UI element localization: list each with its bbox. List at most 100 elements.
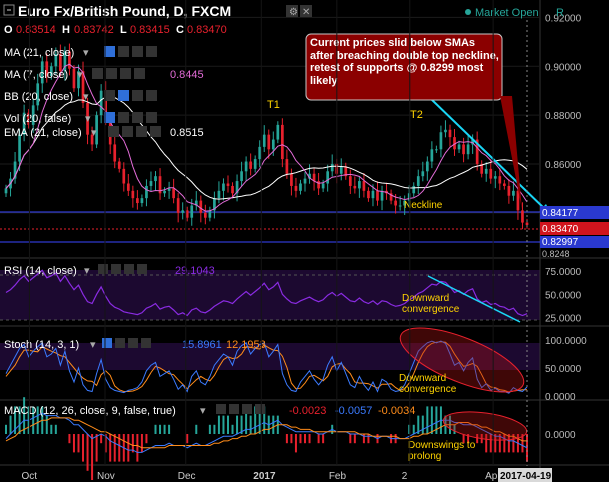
stoch-eye-icon[interactable] <box>102 338 112 348</box>
chart-title: Euro Fx/British Pound, D, FXCM <box>18 3 231 19</box>
macd-close-icon[interactable] <box>255 404 265 414</box>
ohlc-h: 0.83742 <box>74 24 114 36</box>
candle-body <box>203 212 207 218</box>
ma21-settings-icon[interactable] <box>118 46 129 57</box>
stoch-settings-icon[interactable] <box>115 338 125 348</box>
bottom-price: 0.8248 <box>542 249 570 259</box>
candle-body <box>448 129 452 138</box>
ma21-dropdown-icon[interactable]: ▾ <box>83 47 89 59</box>
bb-dropdown-icon[interactable]: ▾ <box>83 91 89 103</box>
candle-body <box>285 159 289 174</box>
candle-body <box>149 181 153 186</box>
candle-body <box>199 200 203 213</box>
bb-add-icon[interactable] <box>132 90 143 101</box>
candle-body <box>226 183 230 186</box>
indicator-label-ma21[interactable]: MA (21, close) <box>4 47 74 59</box>
ma21-close-icon[interactable] <box>146 46 157 57</box>
ma21-add-icon[interactable] <box>132 46 143 57</box>
stoch-d-value: 12.1953 <box>226 339 266 351</box>
candle-body <box>339 166 343 174</box>
ma7-add-icon[interactable] <box>120 68 131 79</box>
rsi-add-icon[interactable] <box>124 264 134 274</box>
ma7-close-icon[interactable] <box>134 68 145 79</box>
vol-dropdown-icon[interactable]: ▾ <box>85 113 91 125</box>
t2-label: T2 <box>410 109 423 121</box>
macd-settings-icon[interactable] <box>229 404 239 414</box>
candle-body <box>72 68 76 89</box>
vol-add-icon[interactable] <box>132 112 143 123</box>
ohlc-c-label: C <box>176 24 184 36</box>
candle-body <box>294 185 298 191</box>
candle-body <box>416 176 420 186</box>
candle-body <box>117 161 121 169</box>
indicator-label-vol[interactable]: Vol (20, false) <box>4 113 71 125</box>
candle-body <box>271 139 275 150</box>
indicator-label-ma7[interactable]: MA (7, close) <box>4 69 68 81</box>
candle-body <box>208 210 212 218</box>
stoch-close-icon[interactable] <box>141 338 151 348</box>
ohlc-l: 0.83415 <box>130 24 170 36</box>
bb-close-icon[interactable] <box>146 90 157 101</box>
candle-body <box>435 149 438 151</box>
ema-dropdown-icon[interactable]: ▾ <box>91 127 97 139</box>
candle-body <box>439 132 443 150</box>
candle-body <box>489 168 493 179</box>
ema-add-icon[interactable] <box>136 126 147 137</box>
candle-body <box>326 171 330 184</box>
candle-body <box>299 183 302 191</box>
candle-body <box>330 163 334 172</box>
candle-body <box>244 161 248 172</box>
rsi-eye-icon[interactable] <box>98 264 108 274</box>
macd-add-icon[interactable] <box>242 404 252 414</box>
candle-body <box>466 144 470 155</box>
annotation-text: Current prices slid below SMAs after bre… <box>310 37 499 87</box>
ema-close-icon[interactable] <box>150 126 161 137</box>
rsi-tick: 50.0000 <box>545 290 582 301</box>
time-tick: 2 <box>402 471 408 482</box>
time-tick: Oct <box>21 471 37 482</box>
price-tick: 0.90000 <box>545 62 582 73</box>
candle-body <box>444 129 447 133</box>
candle-body <box>122 168 126 184</box>
market-flag: R <box>556 7 564 19</box>
stoch-dropdown-icon[interactable]: ▾ <box>90 339 96 351</box>
bb-eye-icon[interactable] <box>104 90 115 101</box>
ema-eye-icon[interactable] <box>108 126 119 137</box>
vol-settings-icon[interactable] <box>118 112 129 123</box>
rsi-note: Downward convergence <box>402 293 460 315</box>
indicator-label-bb[interactable]: BB (20, close) <box>4 91 73 103</box>
macd-dropdown-icon[interactable]: ▾ <box>200 405 206 417</box>
ma7-settings-icon[interactable] <box>106 68 117 79</box>
ema-settings-icon[interactable] <box>122 126 133 137</box>
ma7-dropdown-icon[interactable]: ▾ <box>77 69 83 81</box>
rsi-tick: 75.0000 <box>545 267 582 278</box>
candle-body <box>154 176 157 182</box>
ma21-eye-icon[interactable] <box>104 46 115 57</box>
candle-body <box>163 190 166 194</box>
stoch-add-icon[interactable] <box>128 338 138 348</box>
candle-body <box>425 161 429 172</box>
candle-body <box>376 190 379 201</box>
vol-eye-icon[interactable] <box>104 112 115 123</box>
rsi-settings-icon[interactable] <box>111 264 121 274</box>
time-tick: 2017 <box>253 471 276 482</box>
stoch-label[interactable]: Stoch (14, 3, 1) <box>4 339 79 351</box>
vol-close-icon[interactable] <box>146 112 157 123</box>
macd-note: Downswings to prolong <box>408 440 476 462</box>
macd-eye-icon[interactable] <box>216 404 226 414</box>
ema-value: 0.8515 <box>170 127 204 139</box>
rsi-label[interactable]: RSI (14, close) <box>4 265 77 277</box>
ohlc-o: 0.83514 <box>16 24 56 36</box>
ma7-eye-icon[interactable] <box>92 68 103 79</box>
candle-body <box>185 210 189 218</box>
rsi-dropdown-icon[interactable]: ▾ <box>84 265 90 277</box>
price-tick: 0.88000 <box>545 111 582 122</box>
indicator-label-ema[interactable]: EMA (21, close) <box>4 127 82 139</box>
candle-body <box>421 171 425 177</box>
candle-body <box>172 188 175 199</box>
candle-body <box>348 176 352 186</box>
rsi-close-icon[interactable] <box>137 264 147 274</box>
bb-settings-icon[interactable] <box>118 90 129 101</box>
candle-body <box>217 190 221 199</box>
candle-body <box>358 181 361 189</box>
